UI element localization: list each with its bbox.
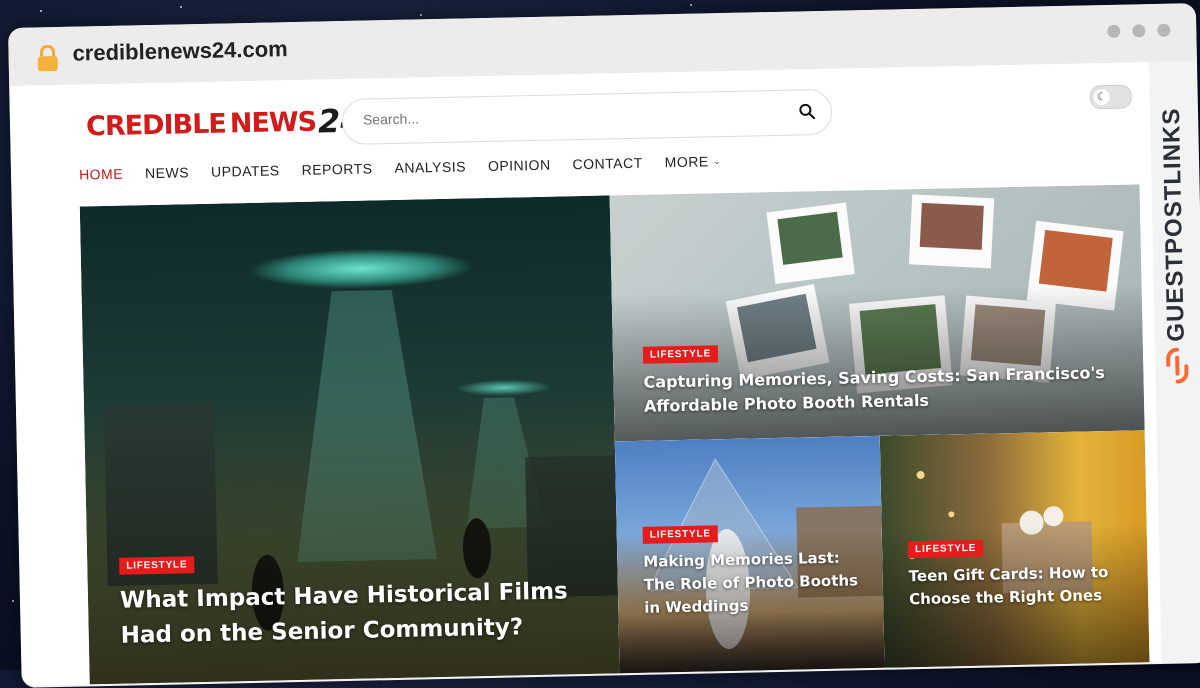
link-icon xyxy=(1166,347,1189,384)
category-badge[interactable]: LIFESTYLE xyxy=(642,345,719,364)
main-nav: HOME NEWS UPDATES REPORTS ANALYSIS OPINI… xyxy=(79,153,722,182)
watermark-text: GUESTPOSTLINKS xyxy=(1157,107,1190,342)
chevron-down-icon: ⌄ xyxy=(712,155,722,167)
nav-item-home[interactable]: HOME xyxy=(79,166,123,183)
moon-icon: ☾ xyxy=(1093,88,1110,106)
article-title[interactable]: Capturing Memories, Saving Costs: San Fr… xyxy=(643,361,1114,419)
url-text[interactable]: crediblenews24.com xyxy=(72,36,288,67)
secondary-articles-row: LIFESTYLE Making Memories Last: The Role… xyxy=(614,430,1150,674)
nav-item-reports[interactable]: REPORTS xyxy=(301,160,372,177)
article-title[interactable]: What Impact Have Historical Films Had on… xyxy=(120,574,601,654)
category-badge[interactable]: LIFESTYLE xyxy=(119,556,195,575)
guestpostlinks-watermark: GUESTPOSTLINKS xyxy=(1149,63,1200,384)
article-card[interactable]: LIFESTYLE Capturing Memories, Saving Cos… xyxy=(609,184,1145,442)
logo-word-credible: CREDIBLE xyxy=(85,107,227,142)
category-badge[interactable]: LIFESTYLE xyxy=(642,525,719,544)
search-input[interactable] xyxy=(360,102,766,129)
nav-item-opinion[interactable]: OPINION xyxy=(488,157,551,174)
nav-item-updates[interactable]: UPDATES xyxy=(211,162,280,179)
nav-item-more[interactable]: MORE ⌄ xyxy=(665,153,722,170)
article-title[interactable]: Making Memories Last: The Role of Photo … xyxy=(643,546,864,620)
category-badge[interactable]: LIFESTYLE xyxy=(907,539,984,559)
window-dot[interactable] xyxy=(1157,23,1171,37)
search-box xyxy=(341,88,833,146)
window-dot[interactable] xyxy=(1107,24,1121,38)
nav-item-analysis[interactable]: ANALYSIS xyxy=(394,158,466,175)
nav-item-contact[interactable]: CONTACT xyxy=(572,155,642,172)
article-title[interactable]: Teen Gift Cards: How to Choose the Right… xyxy=(908,561,1129,612)
logo-word-news: NEWS xyxy=(229,106,317,139)
window-controls xyxy=(1107,23,1171,38)
search-icon[interactable] xyxy=(799,103,816,120)
article-card[interactable]: LIFESTYLE Teen Gift Cards: How to Choose… xyxy=(879,430,1150,668)
window-dot[interactable] xyxy=(1132,24,1146,38)
nav-more-label: MORE xyxy=(664,153,709,171)
article-card[interactable]: LIFESTYLE Making Memories Last: The Role… xyxy=(614,435,885,674)
site-logo[interactable]: CREDIBLE NEWS 24 xyxy=(86,99,363,149)
featured-article-card[interactable]: LIFESTYLE What Impact Have Historical Fi… xyxy=(79,195,620,685)
nav-item-news[interactable]: NEWS xyxy=(145,164,189,181)
website-content: CREDIBLE NEWS 24 ☾ HOME NEWS UPDATES REP… xyxy=(9,62,1162,686)
dark-mode-toggle[interactable]: ☾ xyxy=(1089,84,1132,110)
lock-icon xyxy=(37,44,58,72)
browser-window: crediblenews24.com GUESTPOSTLINKS CREDIB… xyxy=(8,3,1200,688)
